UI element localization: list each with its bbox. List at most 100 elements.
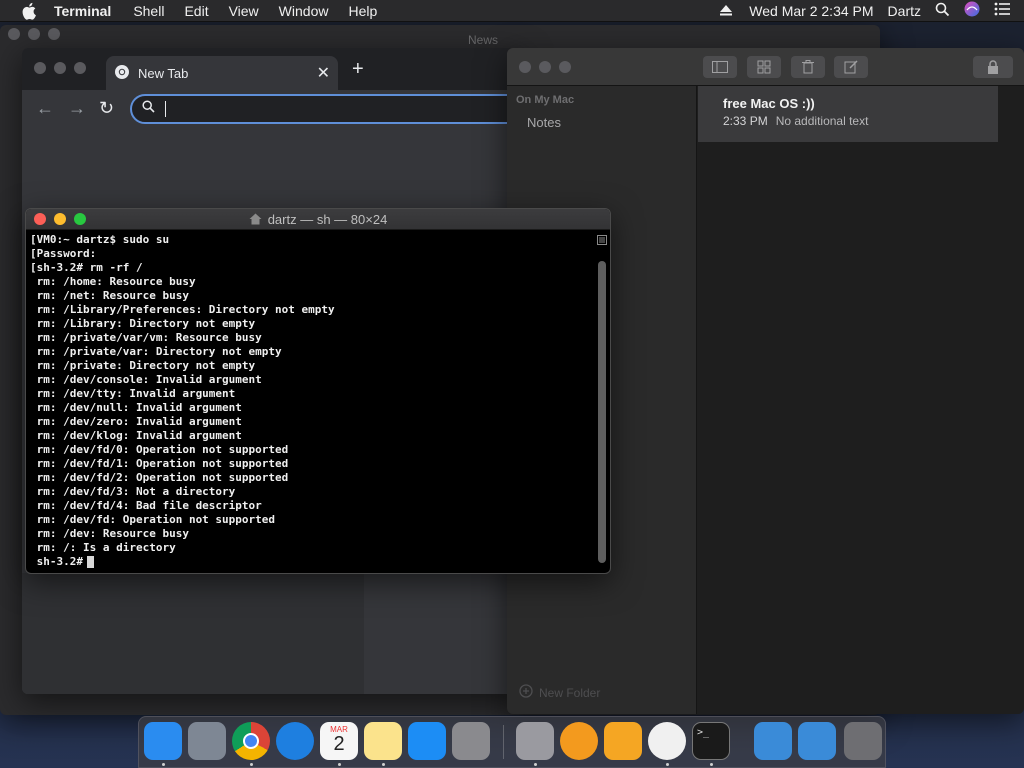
dock-calendar-icon[interactable]: MAR 2 [320,722,358,760]
terminal-line: rm: /dev/fd/1: Operation not supported [30,457,289,470]
chrome-tab-bar: New Tab ✕ + [22,48,522,90]
terminal-line: rm: /Library/Preferences: Directory not … [30,303,335,316]
menu-app-terminal[interactable]: Terminal [54,0,111,22]
menu-window[interactable]: Window [279,0,329,22]
terminal-line: rm: /: Is a directory [30,541,176,554]
apple-menu-icon[interactable] [20,1,40,21]
dock-chrome-icon[interactable] [232,722,270,760]
dock-terminal-icon[interactable]: >_ [692,722,730,760]
terminal-line: rm: /dev/console: Invalid argument [30,373,262,386]
home-icon [249,213,262,228]
chrome-toolbar: ← → ↻ [22,90,522,128]
dock-applications-folder-icon[interactable] [754,722,792,760]
dock-notes-icon[interactable] [364,722,402,760]
terminal-line: rm: /home: Resource busy [30,275,196,288]
notification-center-icon[interactable] [994,2,1010,19]
siri-icon[interactable] [964,1,980,20]
calendar-day: 2 [333,733,345,755]
dock-app-store-icon[interactable] [408,722,446,760]
dock-safari-icon[interactable] [276,722,314,760]
terminal-title: dartz — sh — 80×24 [26,212,610,228]
close-tab-icon[interactable]: ✕ [317,63,330,83]
terminal-line: rm: /dev/zero: Invalid argument [30,415,242,428]
terminal-line: [VM0:~ dartz$ sudo su [30,233,170,246]
terminal-line: rm: /private: Directory not empty [30,359,256,372]
menu-user[interactable]: Dartz [888,3,921,19]
plus-circle-icon [519,684,533,701]
forward-arrow-icon[interactable]: → [68,98,86,119]
terminal-line: [sh-3.2# rm -rf / [30,261,143,274]
chrome-page-lower-area [22,573,364,694]
lock-note-button[interactable] [973,56,1013,78]
terminal-line: rm: /private/var/vm: Resource busy [30,331,262,344]
note-preview: No additional text [775,114,869,128]
notes-section-label: On My Mac [516,94,575,106]
search-icon [142,100,155,118]
dock-launchpad-icon[interactable] [188,722,226,760]
new-folder-button[interactable]: New Folder [519,684,600,701]
gallery-view-button[interactable] [747,56,781,78]
menu-shell[interactable]: Shell [133,0,164,22]
dock-running-indicator [250,763,253,766]
terminal-line: rm: /dev/tty: Invalid argument [30,387,236,400]
terminal-scroll-thumb[interactable] [598,261,606,563]
menu-view[interactable]: View [229,0,259,22]
note-list-item[interactable]: free Mac OS :)) 2:33 PM No additional tex… [698,86,998,142]
dock-running-indicator [338,763,341,766]
note-title: free Mac OS :)) [723,96,815,111]
terminal-titlebar: dartz — sh — 80×24 [26,209,610,230]
delete-note-button[interactable] [791,56,825,78]
terminal-line: rm: /dev: Resource busy [30,527,189,540]
news-window-title: News [468,33,499,47]
dock-home-icon[interactable] [604,722,642,760]
dock-running-indicator [534,763,537,766]
dock: MAR 2 >_ [138,716,886,768]
new-tab-icon[interactable]: + [352,58,364,81]
terminal-line: rm: /net: Resource busy [30,289,189,302]
menu-help[interactable]: Help [348,0,377,22]
dock-running-indicator [710,763,713,766]
terminal-line: rm: /dev/fd/4: Bad file descriptor [30,499,262,512]
reload-icon[interactable]: ↻ [99,98,114,119]
dock-separator [503,725,504,759]
menu-edit[interactable]: Edit [184,0,208,22]
terminal-line: rm: /dev/fd: Operation not supported [30,513,276,526]
scroll-marks-icon [597,235,607,245]
dock-downloads-folder-icon[interactable] [798,722,836,760]
lock-icon [988,60,998,74]
terminal-line: rm: /dev/fd/2: Operation not supported [30,471,289,484]
terminal-prompt-line: sh-3.2# [30,555,590,569]
menu-bar: Terminal Shell Edit View Window Help Wed… [0,0,1024,22]
sidebar-icon [712,61,728,73]
dock-running-indicator [382,763,385,766]
terminal-line: rm: /private/var: Directory not empty [30,345,282,358]
notes-titlebar [507,48,1024,86]
chrome-tab[interactable]: New Tab ✕ [106,56,338,90]
compose-note-button[interactable] [834,56,868,78]
terminal-scrollbar[interactable] [596,233,608,571]
menu-clock[interactable]: Wed Mar 2 2:34 PM [749,3,873,19]
chrome-tab-title: New Tab [138,65,189,81]
dock-books-icon[interactable] [560,722,598,760]
dock-trash-icon[interactable] [844,722,882,760]
note-meta: 2:33 PM No additional text [723,114,868,128]
dock-system-preferences-icon[interactable] [452,722,490,760]
note-time: 2:33 PM [723,114,768,128]
omnibox-input[interactable] [130,94,522,124]
back-arrow-icon[interactable]: ← [36,98,54,119]
news-traffic-lights [8,28,60,40]
dock-news-icon[interactable] [648,722,686,760]
terminal-line: rm: /dev/null: Invalid argument [30,401,242,414]
terminal-cursor [86,556,94,568]
notes-traffic-lights[interactable] [519,61,571,73]
dock-preview-icon[interactable] [516,722,554,760]
eject-icon[interactable] [719,3,733,19]
dock-finder-icon[interactable] [144,722,182,760]
chrome-traffic-lights[interactable] [34,62,86,74]
notes-folder-item[interactable]: Notes [527,115,561,130]
terminal-output[interactable]: [VM0:~ dartz$ sudo su [Password: [sh-3.2# … [30,233,590,571]
dock-running-indicator [162,763,165,766]
terminal-window[interactable]: dartz — sh — 80×24 [VM0:~ dartz$ sudo su… [25,208,611,574]
sidebar-toggle-button[interactable] [703,56,737,78]
spotlight-icon[interactable] [935,2,950,20]
